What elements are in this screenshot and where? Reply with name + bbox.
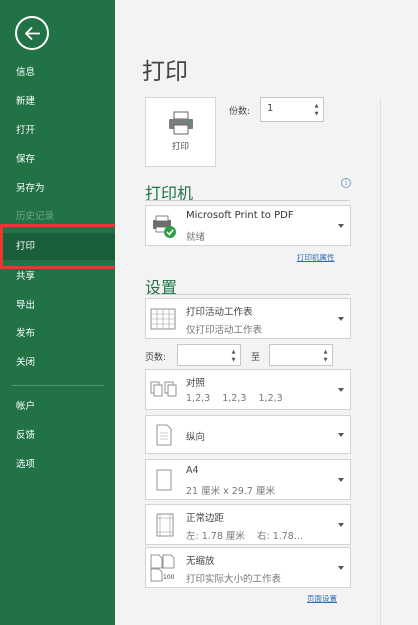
collate-title: 对照 — [186, 378, 206, 389]
printer-icon — [169, 111, 193, 135]
paper-icon — [156, 469, 172, 491]
pages-to-stepper[interactable]: ▲ ▼ — [322, 348, 329, 364]
nav-save[interactable]: 保存 — [0, 149, 115, 171]
printer-properties-link[interactable]: 打印机属性 — [297, 252, 335, 263]
copies-label: 份数: — [229, 107, 251, 117]
nav-publish[interactable]: 发布 — [0, 323, 115, 345]
nav-close[interactable]: 关闭 — [0, 352, 115, 374]
scope-subtitle: 仅打印活动工作表 — [186, 325, 263, 336]
page-setup-link[interactable]: 页面设置 — [307, 593, 337, 604]
margins-icon — [156, 513, 174, 537]
printer-name: Microsoft Print to PDF — [186, 210, 294, 221]
chevron-down-icon — [338, 224, 344, 228]
back-button[interactable] — [15, 16, 49, 50]
page-title: 打印 — [142, 59, 188, 85]
backstage-sidebar: 信息 新建 打开 保存 另存为 历史记录 打印 共享 导出 发布 关闭 帐户 反… — [0, 0, 115, 625]
margins-subtitle: 左: 1.78 厘米 右: 1.78... — [186, 531, 303, 542]
chevron-down-icon — [338, 566, 344, 570]
paper-subtitle: 21 厘米 x 29.7 厘米 — [186, 486, 275, 497]
chevron-down-icon — [338, 478, 344, 482]
scaling-subtitle: 打印实际大小的工作表 — [186, 574, 282, 585]
portrait-page-icon — [156, 424, 172, 446]
printer-section-line — [145, 200, 350, 201]
sheet-icon — [150, 308, 176, 330]
nav-open[interactable]: 打开 — [0, 120, 115, 142]
svg-text:100: 100 — [163, 574, 175, 581]
nav-share[interactable]: 共享 — [0, 266, 115, 288]
scaling-title: 无缩放 — [186, 556, 215, 567]
collate-icon — [150, 381, 177, 397]
panel-divider — [380, 98, 381, 625]
printer-ready-icon — [153, 215, 176, 238]
back-arrow-icon — [24, 26, 40, 41]
scope-title: 打印活动工作表 — [186, 307, 253, 318]
copies-stepper[interactable]: ▲ ▼ — [313, 102, 320, 118]
info-icon[interactable]: i — [341, 178, 351, 188]
pages-from-input[interactable]: ▲ ▼ — [177, 344, 241, 366]
nav-separator — [12, 385, 104, 386]
pages-label: 页数: — [145, 353, 167, 363]
nav-options[interactable]: 选项 — [0, 454, 115, 476]
print-button[interactable]: 打印 — [145, 97, 216, 167]
collate-dropdown[interactable]: 对照 1,2,3 1,2,3 1,2,3 — [145, 369, 351, 410]
nav-new[interactable]: 新建 — [0, 91, 115, 113]
margins-dropdown[interactable]: 正常边距 左: 1.78 厘米 右: 1.78... — [145, 504, 351, 545]
orientation-value: 纵向 — [186, 432, 206, 443]
chevron-down-icon — [338, 433, 344, 437]
margins-title: 正常边距 — [186, 513, 225, 524]
print-highlight-box — [0, 224, 126, 269]
chevron-down-icon — [338, 388, 344, 392]
orientation-dropdown[interactable]: 纵向 — [145, 415, 351, 454]
print-button-label: 打印 — [171, 142, 189, 152]
copies-value: 1 — [267, 103, 274, 114]
chevron-down-icon — [338, 523, 344, 527]
pages-to-input[interactable]: ▲ ▼ — [269, 344, 333, 366]
paper-size-dropdown[interactable]: A4 21 厘米 x 29.7 厘米 — [145, 459, 351, 500]
collate-subtitle: 1,2,3 1,2,3 1,2,3 — [186, 393, 283, 404]
nav-export[interactable]: 导出 — [0, 295, 115, 317]
chevron-down-icon — [338, 317, 344, 321]
no-scaling-icon: 100 — [150, 554, 175, 582]
printer-dropdown[interactable]: Microsoft Print to PDF 就绪 — [145, 205, 351, 246]
nav-feedback[interactable]: 反馈 — [0, 425, 115, 447]
print-panel: 打印 打印 份数: 1 ▲ ▼ 打印机 i Microsoft Print to … — [115, 0, 418, 625]
printer-status: 就绪 — [186, 232, 206, 243]
scaling-dropdown[interactable]: 100 无缩放 打印实际大小的工作表 — [145, 547, 351, 588]
copies-input[interactable]: 1 ▲ ▼ — [260, 97, 324, 122]
pages-to-label: 至 — [251, 353, 261, 363]
nav-account[interactable]: 帐户 — [0, 396, 115, 418]
settings-section-line — [145, 294, 350, 295]
nav-info[interactable]: 信息 — [0, 62, 115, 84]
pages-from-stepper[interactable]: ▲ ▼ — [230, 348, 237, 364]
paper-title: A4 — [186, 465, 199, 476]
print-scope-dropdown[interactable]: 打印活动工作表 仅打印活动工作表 — [145, 298, 351, 339]
nav-save-as[interactable]: 另存为 — [0, 178, 115, 200]
